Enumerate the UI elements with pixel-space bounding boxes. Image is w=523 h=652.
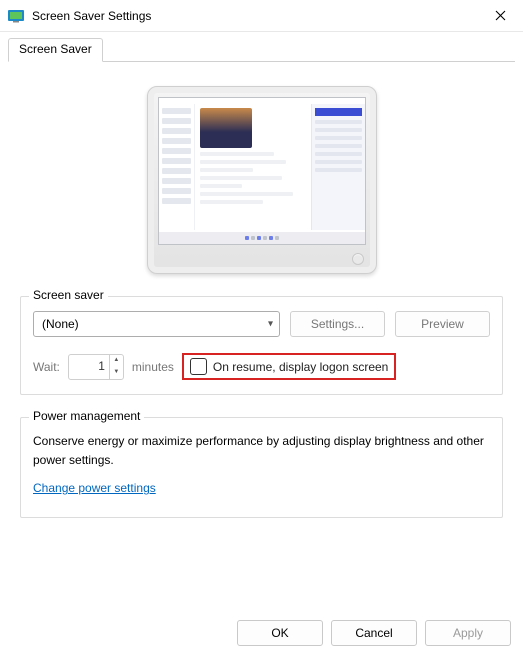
app-icon bbox=[8, 8, 24, 24]
apply-button[interactable]: Apply bbox=[425, 620, 511, 646]
monitor-power-icon bbox=[352, 253, 364, 265]
preview-monitor bbox=[20, 72, 503, 296]
wait-unit: minutes bbox=[132, 360, 174, 374]
on-resume-highlight: On resume, display logon screen bbox=[182, 353, 396, 380]
wait-label: Wait: bbox=[33, 360, 60, 374]
power-management-title: Power management bbox=[29, 409, 144, 423]
screen-saver-group-title: Screen saver bbox=[29, 288, 108, 302]
titlebar: Screen Saver Settings bbox=[0, 0, 523, 32]
on-resume-checkbox[interactable] bbox=[190, 358, 207, 375]
wait-value: 1 bbox=[69, 355, 109, 379]
close-button[interactable] bbox=[485, 1, 515, 31]
spin-up-icon[interactable]: ▲ bbox=[110, 355, 123, 367]
cancel-button[interactable]: Cancel bbox=[331, 620, 417, 646]
ok-button[interactable]: OK bbox=[237, 620, 323, 646]
spin-down-icon[interactable]: ▼ bbox=[110, 367, 123, 379]
window-title: Screen Saver Settings bbox=[32, 9, 485, 23]
power-management-desc: Conserve energy or maximize performance … bbox=[33, 432, 490, 469]
on-resume-label: On resume, display logon screen bbox=[213, 360, 388, 374]
tab-screen-saver[interactable]: Screen Saver bbox=[8, 38, 103, 62]
screen-saver-group: Screen saver (None) ▾ Settings... Previe… bbox=[20, 296, 503, 395]
chevron-down-icon: ▾ bbox=[268, 319, 273, 330]
preview-button[interactable]: Preview bbox=[395, 311, 490, 337]
power-management-group: Power management Conserve energy or maxi… bbox=[20, 417, 503, 518]
close-icon bbox=[495, 10, 506, 21]
dropdown-value: (None) bbox=[42, 317, 79, 331]
screen-saver-dropdown[interactable]: (None) ▾ bbox=[33, 311, 280, 337]
settings-button[interactable]: Settings... bbox=[290, 311, 385, 337]
tabstrip: Screen Saver bbox=[8, 38, 515, 62]
wait-spinbox[interactable]: 1 ▲ ▼ bbox=[68, 354, 124, 380]
dialog-footer: OK Cancel Apply bbox=[237, 620, 511, 646]
change-power-settings-link[interactable]: Change power settings bbox=[33, 481, 156, 495]
